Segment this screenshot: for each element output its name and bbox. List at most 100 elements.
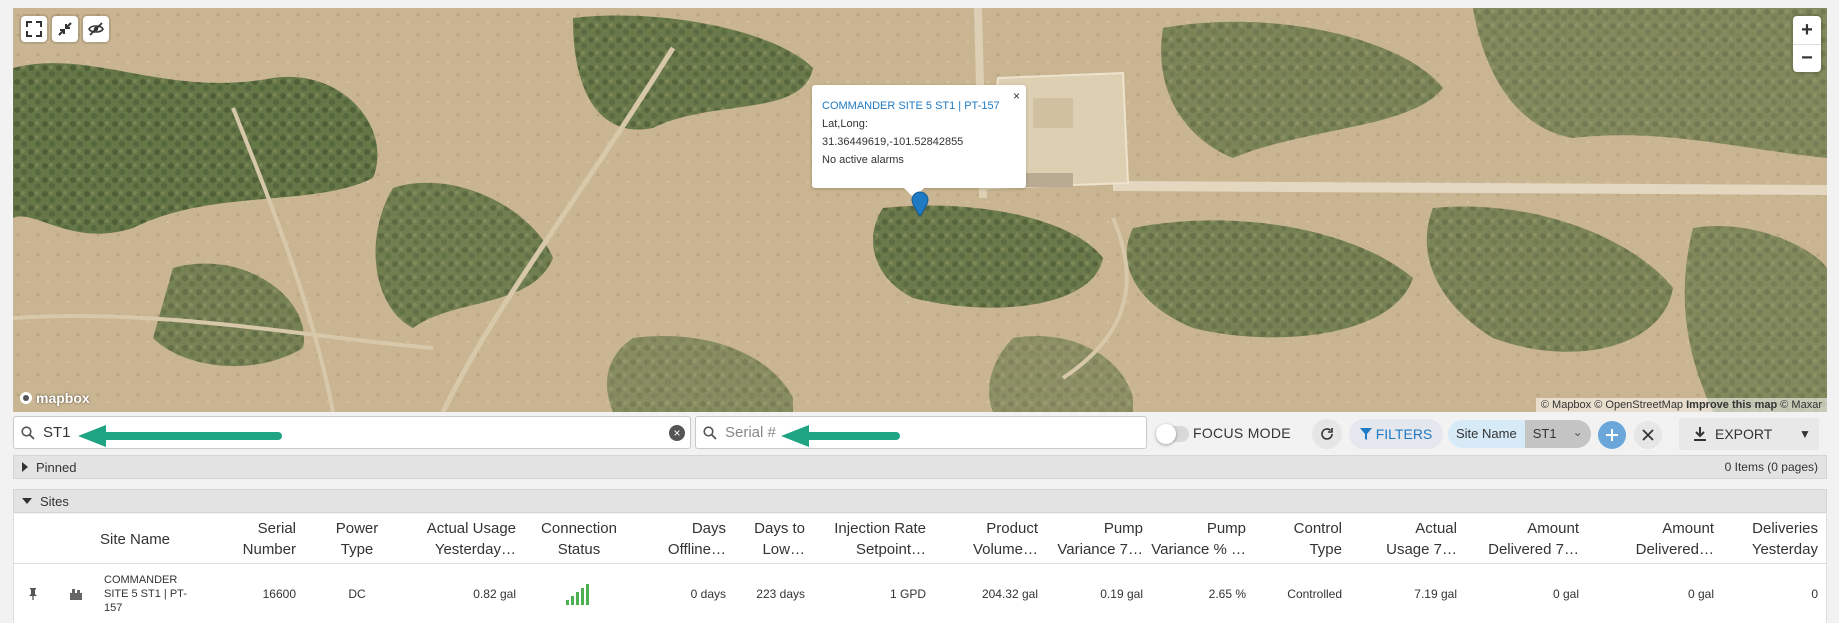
column-label: Yesterday… (434, 541, 516, 558)
filter-icon (1359, 428, 1372, 440)
chevron-down-icon: ⌄ (1572, 425, 1583, 439)
column-connection-status[interactable]: Connection Status (524, 514, 634, 564)
pinned-section-header[interactable]: Pinned 0 Items (0 pages) (13, 455, 1827, 479)
pinned-label: Pinned (36, 459, 77, 475)
mapbox-logo-text: mapbox (36, 390, 90, 406)
focus-mode-toggle[interactable] (1156, 424, 1189, 444)
column-injection-rate[interactable]: Injection Rate Setpoint… (834, 514, 926, 564)
cell-amount-delivered-7: 0 gal (1552, 587, 1579, 601)
table-header: Site Name Serial Number Power Type Actua… (14, 514, 1826, 564)
column-serial-number[interactable]: Serial Number (243, 514, 296, 564)
export-dropdown-icon[interactable]: ▼ (1791, 427, 1819, 441)
site-name-filter-chip[interactable]: Site Name ST1 ⌄ (1448, 420, 1591, 448)
focus-mode-label: FOCUS MODE (1193, 425, 1291, 441)
table-row[interactable]: COMMANDER SITE 5 ST1 | PT-157 16600 DC 0… (14, 565, 1826, 623)
site-search-input[interactable]: ST1 (43, 424, 71, 441)
fullscreen-button[interactable] (21, 16, 47, 42)
zoom-in-button[interactable]: + (1793, 16, 1821, 44)
refresh-button[interactable] (1312, 419, 1342, 449)
chip-value-select[interactable]: ST1 ⌄ (1524, 420, 1591, 448)
export-button-group: EXPORT ▼ (1679, 418, 1819, 450)
cell-product-volume: 204.32 gal (981, 587, 1038, 601)
filters-button[interactable]: FILTERS (1349, 419, 1443, 449)
column-label: Setpoint… (855, 541, 926, 558)
attribution-maxar[interactable]: © Maxar (1780, 399, 1822, 411)
column-site-name[interactable]: Site Name (100, 514, 170, 564)
mapbox-logo-icon (20, 392, 32, 404)
popup-latlong-label: Lat,Long: (822, 118, 868, 130)
column-label: Type (1309, 541, 1342, 558)
expand-caret-icon (22, 462, 28, 472)
collapse-caret-icon (22, 498, 32, 504)
column-days-to-low[interactable]: Days to Low… (754, 514, 805, 564)
clear-search-icon[interactable]: × (669, 425, 685, 441)
site-name-link[interactable]: COMMANDER SITE 5 ST1 | PT-157 (104, 573, 204, 615)
column-label: Yesterday (1751, 541, 1818, 558)
signal-strength-icon (566, 584, 589, 605)
column-label: Injection Rate (834, 520, 926, 537)
search-icon (21, 425, 35, 440)
column-label: Deliveries (1752, 520, 1818, 537)
column-label: Volume… (972, 541, 1038, 558)
export-button[interactable]: EXPORT (1679, 426, 1791, 442)
map-view[interactable]: + − × COMMANDER SITE 5 ST1 | PT-157 Lat,… (13, 8, 1827, 412)
sites-table: Site Name Serial Number Power Type Actua… (13, 514, 1827, 623)
site-structure-icon (70, 589, 82, 600)
column-label: Serial (257, 520, 296, 537)
attribution-improve-link[interactable]: Improve this map (1686, 399, 1777, 411)
column-amount-delivered-7[interactable]: Amount Delivered 7… (1488, 514, 1579, 564)
zoom-controls: + − (1793, 16, 1821, 72)
expand-icon (26, 21, 42, 37)
site-details-button[interactable] (67, 565, 85, 623)
hide-map-button[interactable] (83, 16, 109, 42)
cell-days-to-low: 223 days (756, 587, 805, 601)
column-label: Connection (541, 520, 617, 537)
attribution-osm[interactable]: © OpenStreetMap (1594, 399, 1683, 411)
zoom-out-button[interactable]: − (1793, 44, 1821, 72)
serial-search-field[interactable]: Serial # (695, 416, 1147, 449)
popup-coordinates: 31.36449619,-101.52842855 (822, 136, 964, 148)
column-label: Actual Usage (426, 520, 516, 537)
cell-power: DC (348, 587, 366, 601)
column-pump-variance[interactable]: Pump Variance 7… (1057, 514, 1143, 564)
column-amount-delivered[interactable]: Amount Delivered… (1636, 514, 1714, 564)
site-marker-pin[interactable] (911, 191, 929, 217)
column-actual-usage-yesterday[interactable]: Actual Usage Yesterday… (427, 514, 516, 564)
column-label: Days to (754, 520, 805, 537)
column-label: Amount (1662, 520, 1714, 537)
attribution-mapbox[interactable]: © Mapbox (1541, 399, 1591, 411)
popup-title[interactable]: COMMANDER SITE 5 ST1 | PT-157 (822, 97, 1016, 115)
column-label: Delivered… (1635, 541, 1714, 558)
filters-label: FILTERS (1375, 426, 1433, 442)
collapse-map-button[interactable] (52, 16, 78, 42)
cell-site-name: COMMANDER SITE 5 ST1 | PT-157 (104, 565, 204, 623)
pin-icon (29, 588, 37, 600)
column-label: Site Name (100, 530, 171, 548)
cell-connection-status (524, 565, 634, 623)
clear-filters-button[interactable] (1634, 421, 1662, 449)
column-control-type[interactable]: Control Type (1294, 514, 1342, 564)
column-days-offline[interactable]: Days Offline… (668, 514, 726, 564)
cell-actual-usage-7: 7.19 gal (1414, 587, 1457, 601)
column-label: Product (986, 520, 1038, 537)
shrink-icon (58, 22, 72, 36)
cell-deliveries-yesterday: 0 (1811, 587, 1818, 601)
column-label: Usage 7… (1386, 541, 1457, 558)
column-deliveries-yesterday[interactable]: Deliveries Yesterday (1752, 514, 1818, 564)
cell-amount-delivered: 0 gal (1687, 587, 1714, 601)
column-label: Number (242, 541, 296, 558)
sites-section-header[interactable]: Sites (13, 489, 1827, 513)
column-label: Pump (1206, 520, 1246, 537)
pin-row-button[interactable] (24, 565, 42, 623)
popup-close-button[interactable]: × (1013, 87, 1020, 105)
column-power-type[interactable]: Power Type (322, 514, 392, 564)
add-filter-button[interactable] (1598, 421, 1626, 449)
cell-serial: 16600 (262, 587, 296, 601)
column-actual-usage-7[interactable]: Actual Usage 7… (1386, 514, 1457, 564)
plus-icon (1606, 429, 1618, 441)
column-label: Actual (1415, 520, 1457, 537)
serial-search-input[interactable]: Serial # (725, 424, 776, 441)
column-pump-variance-pct[interactable]: Pump Variance % … (1151, 514, 1246, 564)
column-product-volume[interactable]: Product Volume… (973, 514, 1038, 564)
export-label: EXPORT (1715, 426, 1773, 442)
